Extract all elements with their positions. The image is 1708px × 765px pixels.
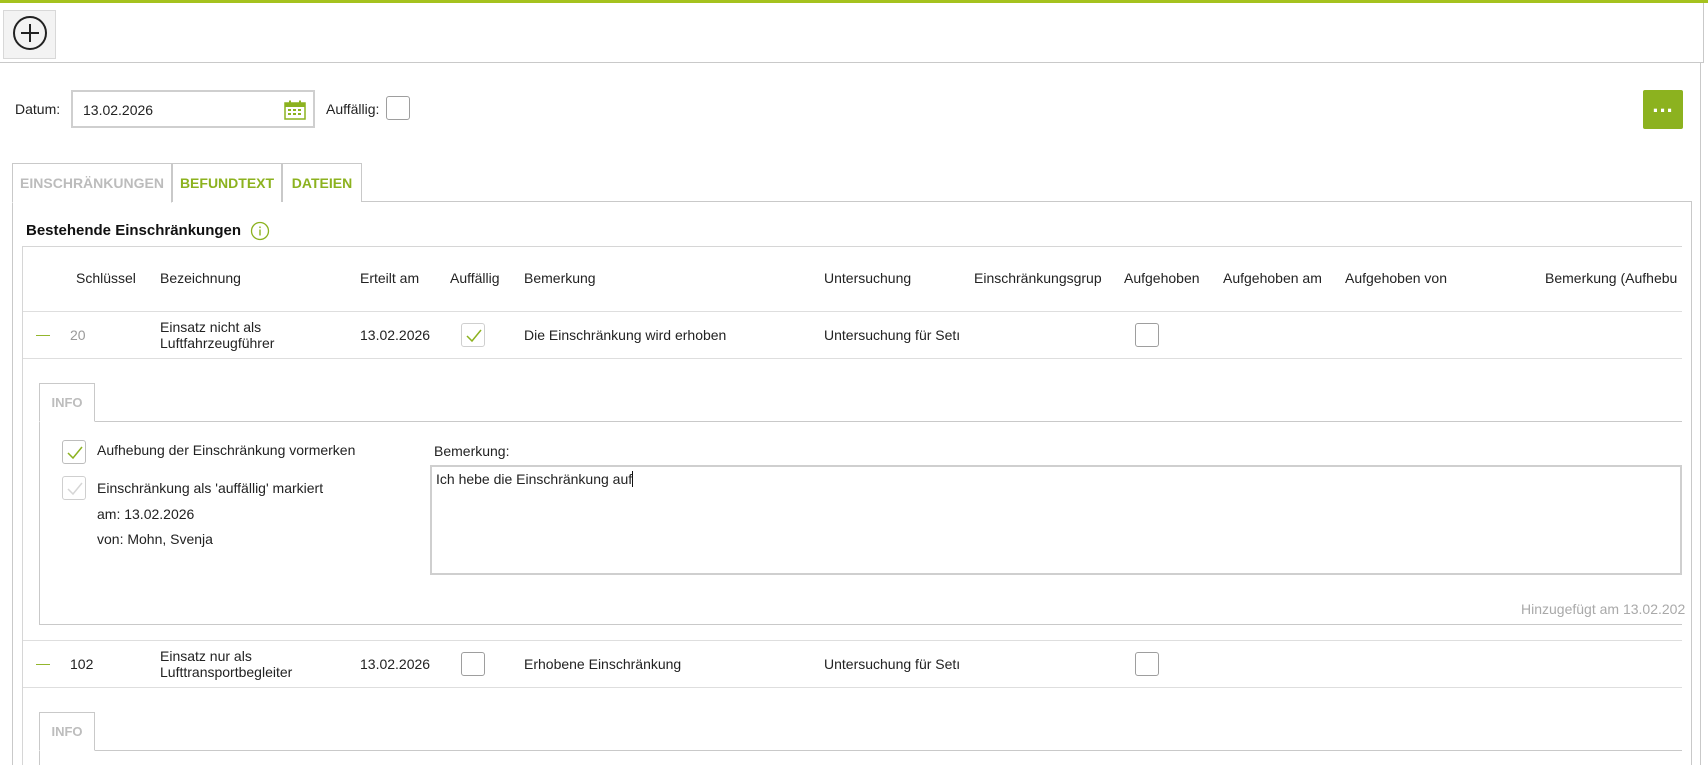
toolbar xyxy=(0,3,1704,63)
column-header[interactable]: Bemerkung (Aufhebu xyxy=(1545,270,1677,286)
mark-revoke-checkbox[interactable] xyxy=(62,440,86,464)
row-key: 20 xyxy=(70,327,86,343)
conspicuous-label: Auffällig: xyxy=(326,101,380,117)
date-field[interactable]: 13.02.2026 xyxy=(71,90,315,128)
column-header[interactable]: Bezeichnung xyxy=(160,270,241,286)
row-exam: Untersuchung für Setı xyxy=(824,327,961,343)
tab-info[interactable]: INFO xyxy=(39,383,95,422)
marked-conspicuous-label: Einschränkung als 'auffällig' markiert xyxy=(97,480,324,496)
row-key: 102 xyxy=(70,656,94,672)
tab-info[interactable]: INFO xyxy=(39,712,95,751)
expand-collapse-toggle[interactable]: — xyxy=(36,326,50,342)
row-detail-panel xyxy=(39,750,1682,765)
header-divider xyxy=(23,311,1682,312)
row-conspicuous-checkbox[interactable] xyxy=(461,323,485,347)
window-edge xyxy=(1700,62,1701,765)
section-title: Bestehende Einschränkungen xyxy=(26,222,242,239)
added-note: Hinzugefügt am 13.02.202 xyxy=(1521,601,1686,617)
row-granted-date: 13.02.2026 xyxy=(360,327,431,343)
row-exam: Untersuchung für Setı xyxy=(824,656,961,672)
marked-by-user: von: Mohn, Svenja xyxy=(97,531,213,547)
date-value: 13.02.2026 xyxy=(83,102,154,118)
row-name-line1: Einsatz nur als xyxy=(160,648,252,664)
row-remark: Erhobene Einschränkung xyxy=(524,656,682,672)
column-header[interactable]: Aufgehoben am xyxy=(1223,270,1322,286)
mark-revoke-label: Aufhebung der Einschränkung vormerken xyxy=(97,442,356,458)
marked-conspicuous-checkbox xyxy=(62,476,86,500)
add-button[interactable] xyxy=(3,10,56,59)
column-header[interactable]: Aufgehoben xyxy=(1124,270,1200,286)
row-name-line1: Einsatz nicht als xyxy=(160,319,262,335)
row-name-line2: Luftfahrzeugführer xyxy=(160,335,275,351)
row-divider xyxy=(23,687,1682,688)
row-revoked-checkbox[interactable] xyxy=(1135,323,1159,347)
row-remark: Die Einschränkung wird erhoben xyxy=(524,327,727,343)
row-granted-date: 13.02.2026 xyxy=(360,656,431,672)
column-header[interactable]: Bemerkung xyxy=(524,270,596,286)
tab-befundtext[interactable]: BEFUNDTEXT xyxy=(172,163,282,202)
date-label: Datum: xyxy=(15,101,61,117)
expand-collapse-toggle[interactable]: — xyxy=(36,655,50,671)
column-header[interactable]: Auffällig xyxy=(450,270,500,286)
row-name-line2: Lufttransportbegleiter xyxy=(160,664,293,680)
marked-on-date: am: 13.02.2026 xyxy=(97,506,195,522)
column-header[interactable]: Erteilt am xyxy=(360,270,419,286)
column-header[interactable]: Einschränkungsgrup xyxy=(974,270,1102,286)
row-divider xyxy=(23,640,1682,641)
column-header[interactable]: Untersuchung xyxy=(824,270,911,286)
tab-einschraenkungen[interactable]: EINSCHRÄNKUNGEN xyxy=(12,163,172,203)
plus-circle-icon xyxy=(12,15,48,54)
remark-text: Ich hebe die Einschränkung auf xyxy=(436,471,633,487)
more-options-button[interactable]: ... xyxy=(1643,90,1683,129)
remark-textarea[interactable]: Ich hebe die Einschränkung auf xyxy=(430,465,1682,575)
row-divider xyxy=(23,358,1682,359)
row-conspicuous-checkbox[interactable] xyxy=(461,652,485,676)
info-icon[interactable] xyxy=(250,221,270,244)
text-caret xyxy=(632,471,634,487)
column-header[interactable]: Aufgehoben von xyxy=(1345,270,1447,286)
tab-dateien[interactable]: DATEIEN xyxy=(282,163,362,202)
remark-label: Bemerkung: xyxy=(434,443,510,459)
column-header[interactable]: Schlüssel xyxy=(76,270,136,286)
conspicuous-checkbox[interactable] xyxy=(386,96,410,120)
calendar-icon[interactable] xyxy=(284,100,306,123)
row-revoked-checkbox[interactable] xyxy=(1135,652,1159,676)
